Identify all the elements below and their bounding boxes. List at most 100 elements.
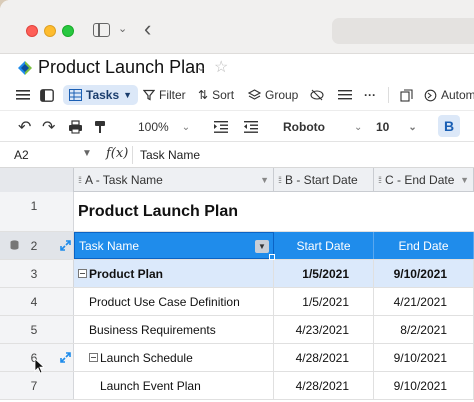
column-header-c[interactable]: ⁞⁞ C - End Date ▼ (374, 168, 474, 192)
cell-b7[interactable]: 4/28/2021 (274, 372, 374, 399)
view-toolbar: Tasks ▼ Filter ⇅ Sort Group ··· Autom (0, 82, 474, 108)
automate-label: Autom (441, 88, 474, 102)
column-header-b[interactable]: ⁞⁞ B - Start Date (274, 168, 374, 192)
row-number[interactable]: 4 (0, 288, 74, 315)
cell-dropdown-icon[interactable]: ▼ (255, 240, 269, 253)
cell-c4[interactable]: 4/21/2021 (374, 288, 474, 315)
expand-row-icon[interactable] (60, 240, 71, 251)
font-family-select[interactable]: Roboto (283, 118, 325, 136)
row-handle-icon[interactable] (10, 240, 19, 250)
chevron-down-icon: ⌄ (408, 121, 417, 133)
print-layout-icon[interactable] (400, 85, 413, 105)
collapse-icon[interactable] (89, 353, 98, 362)
sort-button[interactable]: ⇅ Sort (198, 85, 234, 105)
bold-button[interactable]: B (438, 115, 460, 137)
group-button[interactable]: Group (248, 85, 298, 105)
zoom-value: 100% (138, 120, 169, 134)
cell-c7[interactable]: 9/10/2021 (374, 372, 474, 399)
row-number[interactable]: 5 (0, 316, 74, 343)
cell-a3[interactable]: Product Plan (74, 260, 274, 287)
cell-c5[interactable]: 8/2/2021 (374, 316, 474, 343)
grid-icon (69, 89, 82, 101)
app-window: ⌄ ‹ Product Launch Plan ⌄ ☆ Tasks ▼ Filt… (0, 0, 474, 402)
collapse-icon[interactable] (78, 269, 87, 278)
cell-a2[interactable]: Task Name ▼ (74, 232, 274, 259)
formula-bar: A2 ▼ f(x) Task Name (0, 142, 474, 168)
redo-icon[interactable]: ↷ (42, 118, 55, 136)
window-titlebar: ⌄ ‹ (0, 0, 474, 54)
back-arrow-icon[interactable]: ‹ (144, 16, 151, 42)
zoom-select[interactable]: 100% ⌄ (138, 118, 190, 136)
row-number[interactable]: 2 (0, 232, 74, 259)
favorite-star-icon[interactable]: ☆ (214, 57, 228, 77)
selection-fill-handle[interactable] (269, 254, 275, 260)
chevron-down-icon[interactable]: ⌄ (118, 22, 127, 35)
column-label: B - Start Date (285, 173, 358, 187)
panel-toggle-icon[interactable] (40, 85, 54, 105)
cell-b4[interactable]: 1/5/2021 (274, 288, 374, 315)
chevron-down-icon: ⌄ (181, 121, 191, 133)
hide-fields-icon[interactable] (310, 85, 324, 105)
sort-icon: ⇅ (198, 88, 209, 102)
more-options-icon[interactable]: ··· (364, 85, 376, 105)
column-menu-icon[interactable]: ▼ (460, 175, 469, 185)
filter-label: Filter (159, 88, 186, 102)
undo-icon[interactable]: ↶ (18, 118, 31, 136)
title-menu-chevron-icon[interactable]: ⌄ (196, 60, 206, 74)
print-icon[interactable] (68, 118, 83, 136)
row-height-icon[interactable] (338, 85, 352, 105)
automate-button[interactable]: Autom (424, 85, 474, 105)
table-row: 5 Business Requirements 4/23/2021 8/2/20… (0, 316, 474, 344)
column-label: C - End Date (385, 173, 455, 187)
cell-reference[interactable]: A2 (14, 148, 29, 162)
indent-icon[interactable] (214, 118, 228, 136)
cell-c6[interactable]: 9/10/2021 (374, 344, 474, 371)
cell-c2[interactable]: End Date (374, 232, 474, 259)
column-menu-icon[interactable]: ▼ (260, 175, 269, 185)
cell-a5[interactable]: Business Requirements (74, 316, 274, 343)
sheet-title[interactable]: Product Launch Plan (38, 57, 205, 78)
row-number[interactable]: 7 (0, 372, 74, 399)
table-row: 4 Product Use Case Definition 1/5/2021 4… (0, 288, 474, 316)
formula-input[interactable]: Task Name (140, 148, 200, 162)
table-row: 7 Launch Event Plan 4/28/2021 9/10/2021 (0, 372, 474, 400)
app-logo-icon (18, 61, 32, 75)
select-all-corner[interactable] (0, 168, 74, 192)
function-icon[interactable]: f(x) (106, 146, 128, 161)
address-bar[interactable] (332, 18, 474, 44)
table-row: 3 Product Plan 1/5/2021 9/10/2021 (0, 260, 474, 288)
cell-b2[interactable]: Start Date (274, 232, 374, 259)
cell-a7[interactable]: Launch Event Plan (74, 372, 274, 399)
filter-icon (143, 89, 155, 101)
sheet-title-cell[interactable]: Product Launch Plan (74, 192, 474, 231)
cell-b5[interactable]: 4/23/2021 (274, 316, 374, 343)
drag-handle-icon[interactable]: ⁞⁞ (378, 175, 382, 185)
filter-button[interactable]: Filter (143, 85, 186, 105)
font-size-select[interactable]: 10 ⌄ (376, 118, 417, 136)
drag-handle-icon[interactable]: ⁞⁞ (278, 175, 282, 185)
font-size-value: 10 (376, 120, 390, 134)
format-painter-icon[interactable] (94, 118, 107, 136)
cell-a4[interactable]: Product Use Case Definition (74, 288, 274, 315)
sidebar-toggle-icon[interactable] (93, 23, 110, 37)
minimize-window-button[interactable] (44, 25, 56, 37)
outdent-icon[interactable] (244, 118, 258, 136)
cell-a6[interactable]: Launch Schedule (74, 344, 274, 371)
view-label: Tasks (86, 88, 120, 102)
drag-handle-icon[interactable]: ⁞⁞ (78, 175, 82, 185)
maximize-window-button[interactable] (62, 25, 74, 37)
menu-icon[interactable] (16, 85, 30, 105)
expand-row-icon[interactable] (60, 352, 71, 363)
column-label: A - Task Name (85, 173, 163, 187)
column-header-a[interactable]: ⁞⁞ A - Task Name ▼ (74, 168, 274, 192)
row-number[interactable]: 3 (0, 260, 74, 287)
table-row: 2 Task Name ▼ Start Date End Date (0, 232, 474, 260)
view-switcher-button[interactable]: Tasks ▼ (63, 85, 139, 105)
cell-b6[interactable]: 4/28/2021 (274, 344, 374, 371)
cell-b3[interactable]: 1/5/2021 (274, 260, 374, 287)
cell-c3[interactable]: 9/10/2021 (374, 260, 474, 287)
chevron-down-icon[interactable]: ▼ (82, 148, 92, 159)
close-window-button[interactable] (26, 25, 38, 37)
row-number[interactable]: 1 (0, 192, 74, 231)
font-family-chevron-icon[interactable]: ⌄ (354, 118, 362, 136)
